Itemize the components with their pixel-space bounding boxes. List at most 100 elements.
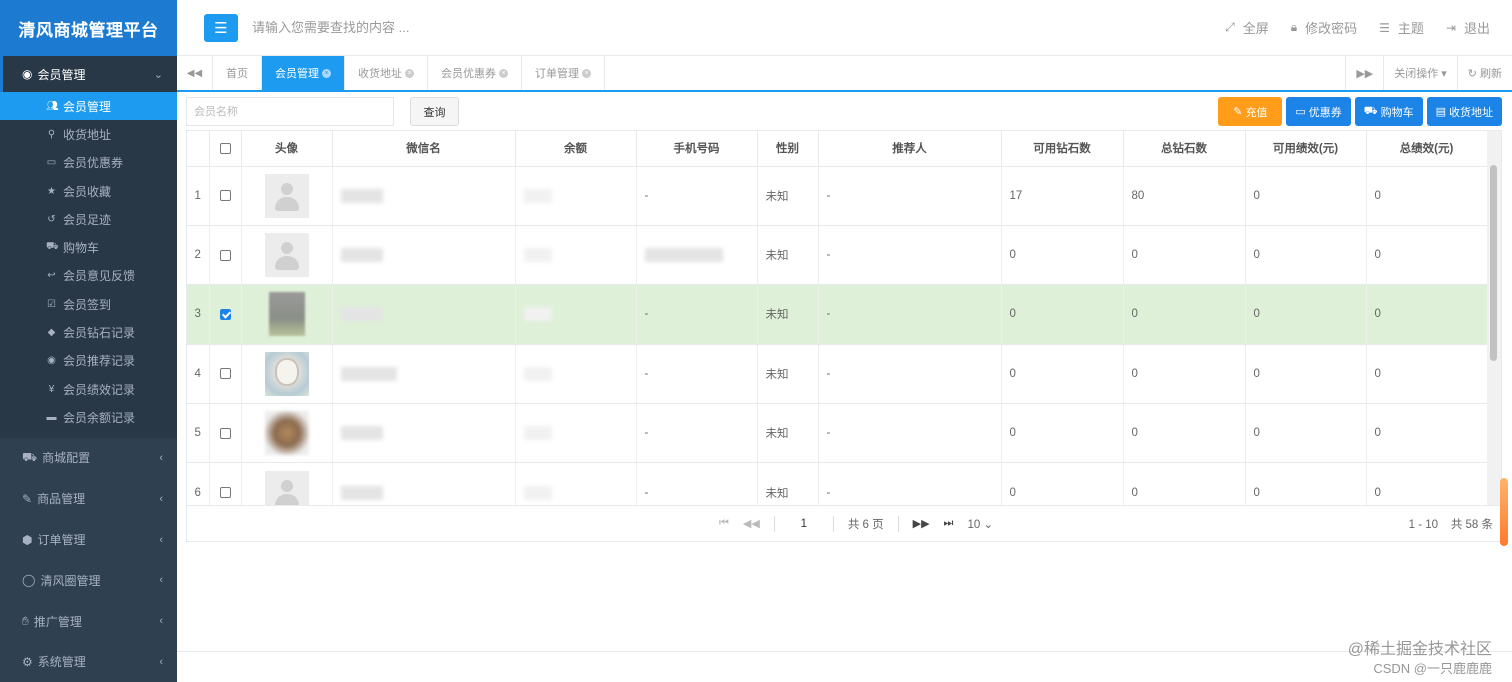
sidebar-group-label: 推广管理 — [33, 614, 82, 629]
map-marker-icon: ⚲ — [47, 128, 56, 140]
tab-label: 订单管理 — [535, 68, 579, 80]
column-header[interactable]: 推荐人 — [818, 131, 1002, 167]
tab[interactable]: 订单管理 × — [522, 56, 605, 90]
tab-label: 首页 — [226, 68, 248, 80]
sidebar-item[interactable]: ↺ 会员足迹 — [0, 205, 177, 233]
page-scroll-indicator[interactable] — [1500, 478, 1508, 546]
sidebar-group[interactable]: ✎ 商品管理 ‹ — [0, 478, 177, 519]
tab-scroll-left-button[interactable]: ◀◀ — [177, 56, 213, 90]
select-all-checkbox[interactable] — [219, 142, 231, 154]
cart-button[interactable]: ⛟ 购物车 — [1354, 97, 1423, 126]
edit-icon: ✎ — [22, 491, 33, 506]
scrollbar-thumb[interactable] — [1490, 165, 1497, 361]
sidebar-item[interactable]: ▭ 会员优惠券 — [0, 149, 177, 177]
theme-button[interactable]: ☰ 主题 — [1379, 18, 1424, 37]
sidebar-group[interactable]: ⛟ 商城配置 ‹ — [0, 438, 177, 479]
referrer-cell: - — [818, 403, 1002, 464]
query-button[interactable]: 查询 — [410, 97, 459, 126]
total-performance-cell: 0 — [1366, 284, 1488, 345]
top-header: ☰ ⤢ 全屏 🔒︎ 修改密码 ☰ 主题 ⇥ 退出 — [177, 0, 1512, 56]
avatar-placeholder-head — [280, 242, 293, 255]
change-password-button[interactable]: 🔒︎ 修改密码 — [1291, 18, 1357, 37]
table-row[interactable]: 4- 未知 -0 0 0 0 — [187, 344, 1488, 405]
user-circle-icon: ◉ — [47, 355, 56, 367]
table-row[interactable]: 2 未知 -0 0 0 0 — [187, 225, 1488, 286]
column-header[interactable]: 可用钻石数 — [1001, 131, 1124, 167]
table-row[interactable]: 5- 未知 -0 0 0 0 — [187, 403, 1488, 464]
last-page-icon[interactable]: ⏭ — [944, 517, 954, 530]
close-icon[interactable]: × — [582, 68, 591, 78]
close-icon[interactable]: × — [322, 68, 331, 78]
sidebar-item[interactable]: ↩ 会员意见反馈 — [0, 262, 177, 290]
sidebar-item[interactable]: ⚲ 收货地址 — [0, 120, 177, 148]
column-header[interactable]: 手机号码 — [636, 131, 758, 167]
row-checkbox[interactable] — [219, 427, 231, 439]
menu-toggle-button[interactable]: ☰ — [204, 13, 238, 42]
row-index: 4 — [187, 344, 210, 405]
recharge-button[interactable]: ✎ 充值 — [1218, 97, 1283, 126]
logout-button[interactable]: ⇥ 退出 — [1446, 18, 1490, 37]
page-size-value: 10 — [967, 518, 981, 531]
blurred-wechat-name — [340, 248, 383, 263]
column-header[interactable]: 可用绩效(元) — [1245, 131, 1367, 167]
avatar — [264, 173, 309, 218]
tab[interactable]: 首页 — [213, 56, 262, 90]
blurred-balance — [523, 485, 552, 500]
sidebar-group[interactable]: ◯ 清风圈管理 ‹ — [0, 560, 177, 601]
sidebar-group[interactable]: ✋︎ 推广管理 ‹ — [0, 601, 177, 642]
page-size-select[interactable]: 10 ⌄ — [967, 517, 993, 531]
sidebar-item[interactable]: ◉ 会员推荐记录 — [0, 347, 177, 375]
sidebar-group[interactable]: ⚙ 系统管理 ‹ — [0, 642, 177, 682]
sidebar-item[interactable]: 👥︎ 会员管理 — [0, 92, 177, 121]
first-page-icon[interactable]: ⏮ — [719, 517, 729, 530]
column-header[interactable]: 性别 — [757, 131, 819, 167]
column-header[interactable]: 总钻石数 — [1123, 131, 1246, 167]
row-checkbox[interactable] — [219, 190, 231, 202]
available-diamond-cell: 0 — [1001, 225, 1124, 286]
close-ops-dropdown[interactable]: 关闭操作 ▾ — [1383, 56, 1457, 90]
current-page-input[interactable]: 1 — [789, 518, 819, 530]
blurred-balance — [523, 366, 552, 381]
address-button[interactable]: ▤ 收货地址 — [1426, 97, 1502, 126]
table-row[interactable]: 3- 未知 -0 0 0 0 — [187, 284, 1488, 345]
column-header[interactable]: 头像 — [241, 131, 333, 167]
sidebar-group[interactable]: ⬢ 订单管理 ‹ — [0, 519, 177, 560]
tab[interactable]: 会员管理 × — [262, 56, 345, 90]
sidebar-item[interactable]: ▬ 会员余额记录 — [0, 403, 177, 431]
sidebar-item[interactable]: ¥ 会员绩效记录 — [0, 375, 177, 403]
member-name-input[interactable] — [186, 97, 394, 126]
column-header[interactable]: 微信名 — [332, 131, 516, 167]
prev-page-icon[interactable]: ◀◀ — [743, 517, 760, 530]
coupon-button[interactable]: ▭ 优惠券 — [1286, 97, 1351, 126]
tab[interactable]: 会员优惠券 × — [428, 56, 522, 90]
tab[interactable]: 收货地址 × — [345, 56, 428, 90]
global-search-input[interactable] — [252, 20, 552, 35]
sidebar-group-member[interactable]: ◉ 会员管理 ⌄ — [0, 56, 177, 92]
sidebar-item[interactable]: ◆ 会员钻石记录 — [0, 318, 177, 346]
total-performance-cell: 0 — [1366, 344, 1488, 405]
select-all-header — [209, 131, 242, 167]
column-header[interactable]: 总绩效(元) — [1366, 131, 1488, 167]
fullscreen-button[interactable]: ⤢ 全屏 — [1225, 18, 1269, 37]
next-page-icon[interactable]: ▶▶ — [913, 517, 930, 530]
row-checkbox[interactable] — [219, 249, 231, 261]
row-checkbox[interactable] — [219, 308, 231, 320]
close-icon[interactable]: × — [499, 68, 508, 78]
sidebar-group-label: 商城配置 — [42, 451, 91, 466]
tab-scroll-right-button[interactable]: ▶▶ — [1345, 56, 1383, 90]
row-checkbox[interactable] — [219, 487, 231, 499]
table-row[interactable]: 1- 未知 -17 80 0 0 — [187, 166, 1488, 226]
total-pages-text: 共 6 页 — [847, 518, 884, 531]
sidebar-item[interactable]: ★ 会员收藏 — [0, 177, 177, 205]
history-icon: ↺ — [47, 213, 56, 225]
sidebar-item[interactable]: ☑ 会员签到 — [0, 290, 177, 318]
column-header[interactable]: 余额 — [515, 131, 637, 167]
refresh-button[interactable]: ↻ 刷新 — [1456, 56, 1512, 90]
row-checkbox[interactable] — [219, 368, 231, 380]
table-scrollbar[interactable] — [1487, 131, 1501, 541]
sidebar-item-label: 会员钻石记录 — [63, 326, 136, 341]
sidebar-item[interactable]: ⛟ 购物车 — [0, 233, 177, 261]
row-index: 3 — [187, 284, 210, 345]
close-icon[interactable]: × — [405, 68, 414, 78]
total-diamond-cell: 80 — [1123, 166, 1246, 226]
